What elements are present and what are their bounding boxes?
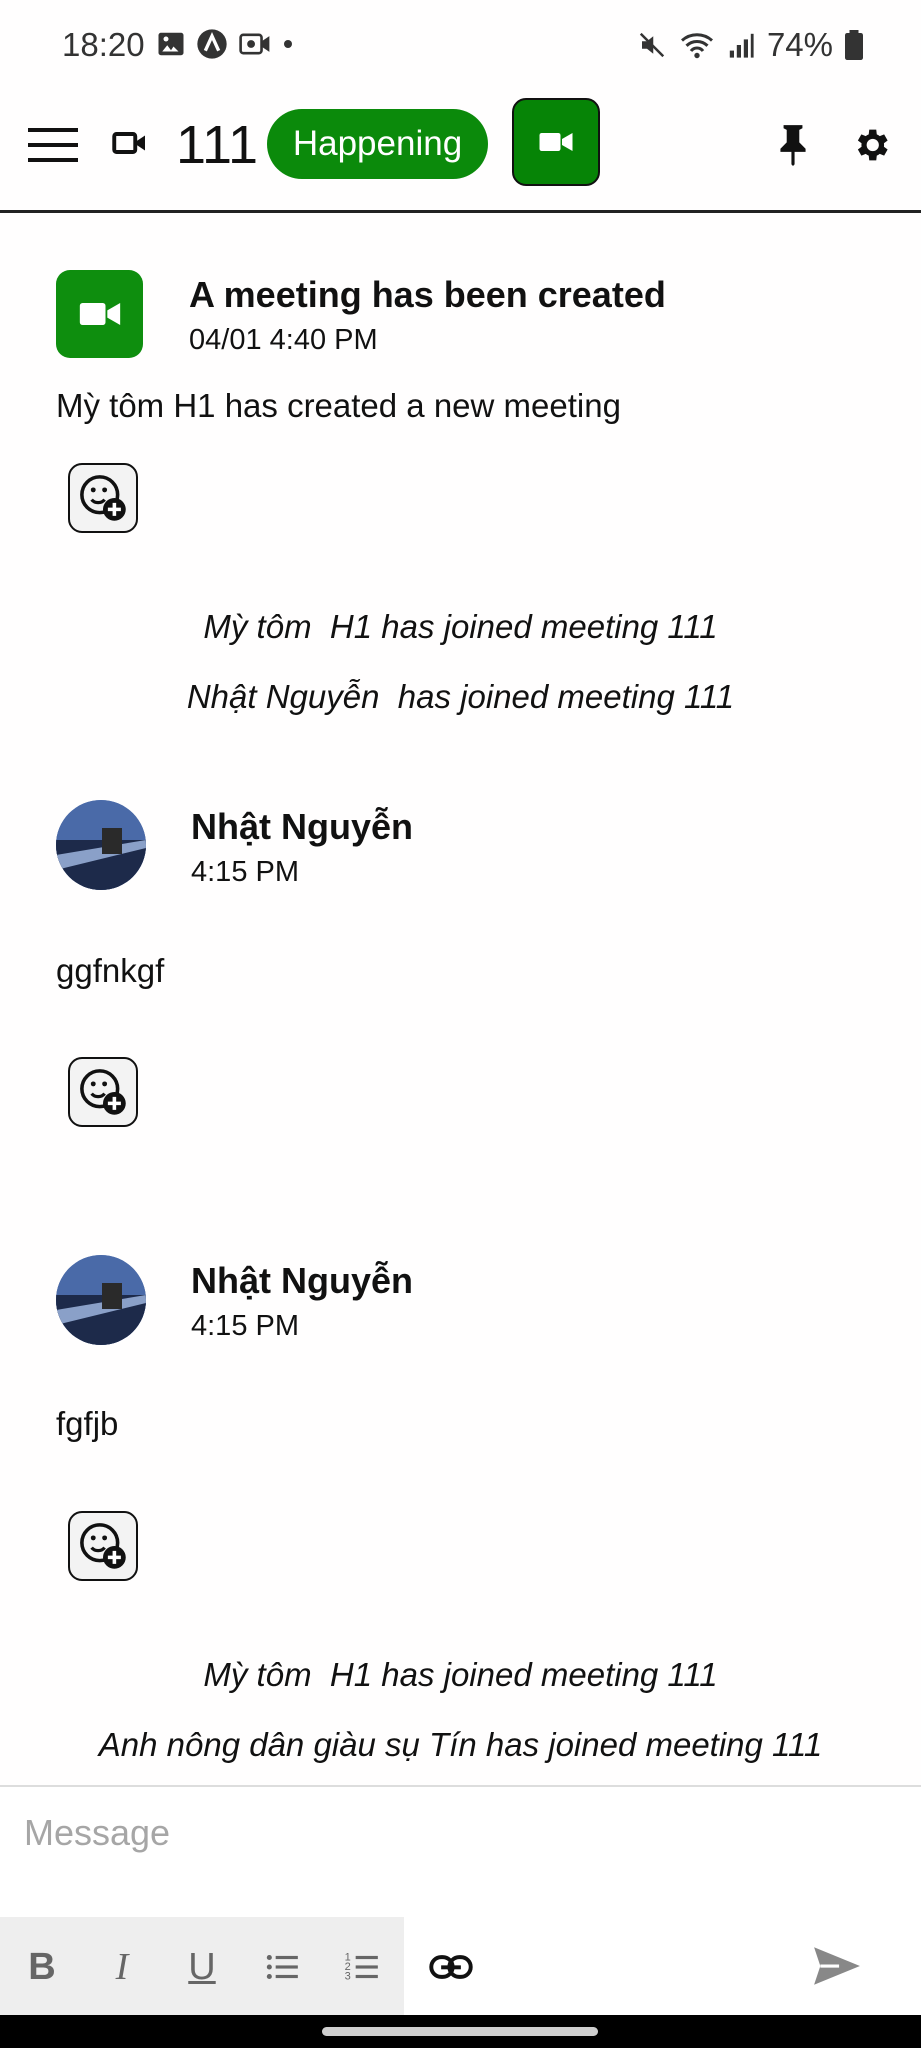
system-message: Nhật Nguyễn has joined meeting 111 <box>186 678 735 715</box>
add-reaction-button[interactable] <box>68 1057 138 1127</box>
home-handle[interactable] <box>322 2027 598 2036</box>
gear-icon[interactable] <box>850 124 892 166</box>
notification-icons <box>156 28 294 60</box>
meeting-created-title: A meeting has been created <box>189 274 666 315</box>
status-badge[interactable]: Happening <box>267 109 488 179</box>
join-video-button[interactable] <box>512 98 600 186</box>
dot-icon <box>284 40 292 48</box>
system-icons: 74% <box>637 26 863 64</box>
italic-label: I <box>115 1946 129 1988</box>
send-icon[interactable] <box>812 1943 862 1989</box>
bullet-list-icon <box>266 1954 298 1980</box>
avatar[interactable] <box>56 800 146 890</box>
add-reaction-button[interactable] <box>68 1511 138 1581</box>
menu-icon[interactable] <box>28 126 78 164</box>
avatar-photo <box>56 1255 146 1345</box>
battery-percent: 74% <box>766 26 833 63</box>
battery-icon <box>845 30 863 60</box>
italic-button[interactable]: I <box>82 1917 162 2017</box>
message-time: 4:15 PM <box>191 856 299 888</box>
add-reaction-icon <box>80 1069 126 1115</box>
message-author: Nhật Nguyễn <box>191 806 414 847</box>
pin-icon[interactable] <box>774 122 812 166</box>
bold-label: B <box>28 1945 56 1988</box>
system-navigation-bar <box>0 2015 921 2048</box>
meeting-created-time: 04/01 4:40 PM <box>189 324 378 356</box>
add-reaction-icon <box>80 1523 126 1569</box>
signal-icon <box>729 33 754 58</box>
status-time: 18:20 <box>62 26 145 63</box>
message-author: Nhật Nguyễn <box>191 1260 414 1301</box>
message-text: fgfjb <box>56 1405 119 1442</box>
message-composer: B I U 123 <box>0 1785 921 2017</box>
add-reaction-icon <box>80 475 126 521</box>
message-time: 4:15 PM <box>191 1310 299 1342</box>
svg-text:3: 3 <box>345 1971 351 1983</box>
system-message: Anh nông dân giàu sụ Tín has joined meet… <box>98 1726 823 1763</box>
system-message: Mỳ tôm H1 has joined meeting 111 <box>203 608 718 645</box>
numbered-list-icon: 123 <box>345 1952 378 1983</box>
video-camera-icon <box>79 303 120 325</box>
meeting-created-text: Mỳ tôm H1 has created a new meeting <box>56 387 621 424</box>
underline-button[interactable]: U <box>162 1917 242 2017</box>
meeting-title: 111 <box>176 115 259 175</box>
app-bar: 111 Happening <box>0 92 921 213</box>
bold-button[interactable]: B <box>2 1917 82 2017</box>
bullet-list-button[interactable] <box>242 1917 322 2017</box>
avatar-photo <box>56 800 146 890</box>
formatting-toolbar: B I U 123 <box>0 1917 404 2017</box>
link-icon[interactable] <box>428 1949 474 1985</box>
numbered-list-button[interactable]: 123 <box>322 1917 402 2017</box>
video-camera-icon <box>112 132 145 154</box>
wifi-icon <box>680 33 713 59</box>
add-reaction-button[interactable] <box>68 463 138 533</box>
video-off-icon <box>239 33 270 55</box>
underline-label: U <box>188 1945 216 1988</box>
message-input[interactable] <box>22 1809 886 1857</box>
status-bar: 18:20 74% <box>0 0 921 92</box>
message-text: ggfnkgf <box>56 952 165 989</box>
system-message: Mỳ tôm H1 has joined meeting 111 <box>203 1656 718 1693</box>
mute-icon <box>639 32 665 58</box>
avatar[interactable] <box>56 1255 146 1345</box>
app-icon <box>197 29 227 59</box>
meeting-created-icon <box>56 270 143 358</box>
image-icon <box>158 32 184 56</box>
video-camera-icon <box>539 133 573 151</box>
